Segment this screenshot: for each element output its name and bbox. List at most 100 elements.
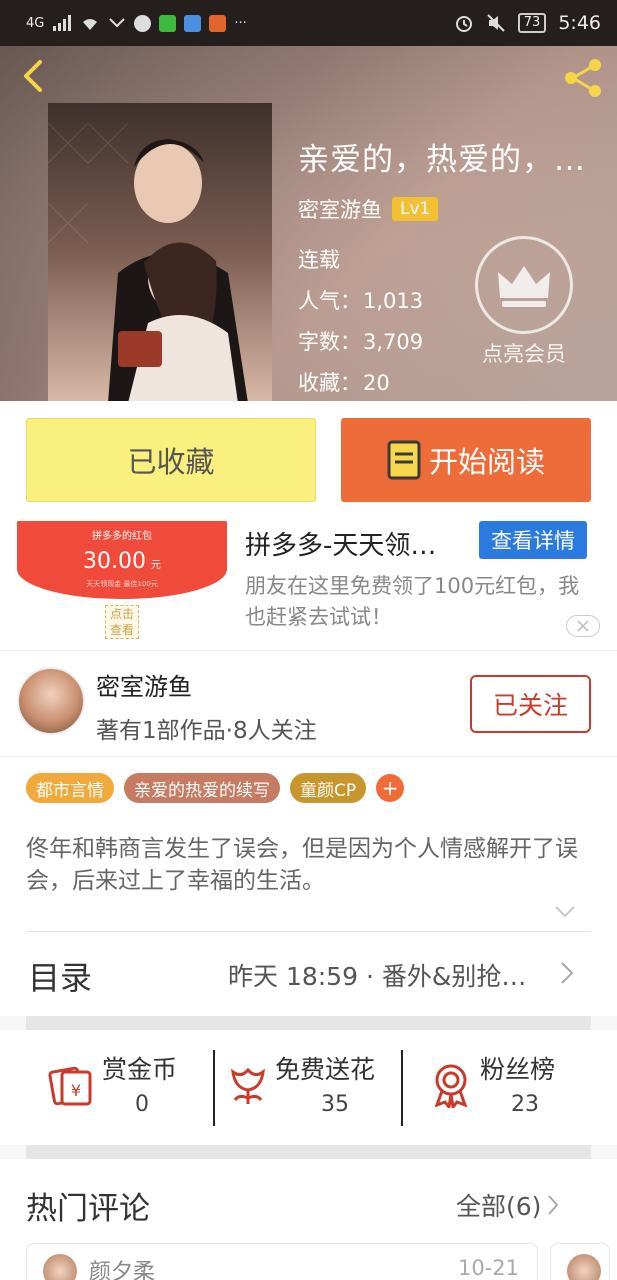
alarm-icon (455, 16, 472, 32)
author-card: 密室游鱼 著有1部作品·8人关注 已关注 (0, 650, 617, 756)
medal-icon (434, 1064, 468, 1108)
divider (26, 931, 591, 932)
book-author-line: 密室游鱼 Lv1 (298, 194, 439, 224)
fan-ranking-stat[interactable]: 粉丝榜 23 (428, 1048, 578, 1128)
support-stats: ¥ 赏金币 0 免费送花 35 粉丝榜 23 (0, 1030, 617, 1145)
svg-text:¥: ¥ (71, 1081, 81, 1100)
close-icon (577, 620, 589, 632)
free-flower-label: 免费送花 (275, 1055, 376, 1084)
all-comments-label: 全部(6) (456, 1192, 542, 1221)
back-arrow-icon[interactable] (14, 56, 54, 96)
fan-ranking-value: 23 (511, 1092, 539, 1117)
book-cover[interactable] (48, 103, 272, 401)
crown-icon (498, 266, 550, 307)
ad-image-amount-line: 30.00 元 (17, 549, 227, 574)
hot-comments-section: 热门评论 全部(6) 颜夕柔 10-21 (0, 1159, 617, 1280)
divider (213, 1050, 215, 1126)
table-of-contents-row[interactable]: 目录 昨天 18:59 · 番外&别抢走我的男人 (0, 931, 617, 1016)
author-level-badge: Lv1 (392, 197, 439, 221)
author-avatar[interactable] (17, 667, 85, 735)
comment-card[interactable] (550, 1243, 610, 1280)
toc-title: 目录 (28, 959, 93, 997)
message-icon (134, 14, 152, 32)
battery-indicator: 73 (517, 13, 547, 33)
ad-details-button[interactable]: 查看详情 (479, 521, 587, 559)
word-count-label: 字数： (298, 330, 361, 354)
more-notifications-icon: ··· (234, 15, 247, 31)
following-button[interactable]: 已关注 (470, 675, 591, 733)
hot-comments-title: 热门评论 (26, 1191, 150, 1227)
start-reading-label: 开始阅读 (428, 445, 545, 479)
comment-date: 10-21 (457, 1256, 519, 1280)
reward-coin-value: 0 (135, 1092, 149, 1117)
book-favorites: 收藏：20 (298, 367, 390, 397)
section-divider (26, 1016, 591, 1030)
reward-coin-stat[interactable]: ¥ 赏金币 0 (48, 1048, 198, 1128)
free-flower-value: 35 (321, 1092, 349, 1117)
ad-image-amount: 30.00 (82, 549, 146, 574)
book-icon (387, 440, 421, 480)
add-tag-button[interactable]: + (376, 774, 405, 802)
ad-image-title: 拼多多的红包 (92, 531, 152, 542)
favorites-label: 收藏： (298, 371, 361, 395)
section-divider (26, 1145, 591, 1159)
ad-image-cta[interactable]: 点击查看 (105, 605, 139, 639)
tags-and-synopsis: 都市言情 亲爱的热爱的续写 童颜CP + 佟年和韩商言发生了误会，但是因为个人情… (0, 756, 617, 931)
popularity-label: 人气： (298, 289, 361, 313)
tag-item[interactable]: 亲爱的热爱的续写 (124, 773, 280, 803)
ad-close-button[interactable] (566, 615, 600, 637)
chevron-down-icon[interactable] (554, 905, 576, 919)
flower-icon (231, 1067, 265, 1104)
reward-coin-label: 赏金币 (102, 1055, 178, 1084)
all-comments-link[interactable]: 全部(6) (456, 1187, 559, 1223)
tag-item[interactable]: 都市言情 (26, 773, 114, 803)
network-type: 4G (26, 15, 45, 31)
comment-card[interactable]: 颜夕柔 10-21 (26, 1243, 538, 1280)
tag-list: 都市言情 亲爱的热爱的续写 童颜CP + (26, 773, 405, 803)
ad-image-unit: 元 (151, 560, 162, 571)
book-synopsis: 佟年和韩商言发生了误会，但是因为个人情感解开了误会，后来过上了幸福的生活。 (26, 836, 578, 894)
clock: 5:46 (558, 12, 601, 34)
favorited-button[interactable]: 已收藏 (26, 418, 316, 502)
commenter-avatar[interactable] (567, 1254, 601, 1280)
commenter-name: 颜夕柔 (89, 1260, 156, 1280)
word-count-value: 3,709 (363, 330, 424, 354)
tag-item[interactable]: 童颜CP (290, 773, 367, 803)
vip-crown-circle (475, 236, 573, 334)
book-header: 亲爱的，热爱的，续写 密室游鱼 Lv1 连载 人气：1,013 字数：3,709… (0, 46, 617, 401)
status-icons-left: 4G ··· (26, 14, 454, 32)
news-app-icon (209, 14, 227, 32)
app-notification-icon (184, 14, 202, 32)
free-flower-stat[interactable]: 免费送花 35 (225, 1048, 400, 1128)
ad-image[interactable]: 拼多多的红包 30.00 元 天天领现金 最佳100元 点击查看 (17, 521, 227, 641)
iqiyi-app-icon (159, 14, 177, 32)
ad-image-note: 天天领现金 最佳100元 (86, 580, 158, 588)
chevron-right-icon (548, 1195, 559, 1215)
status-icons-right: 73 5:46 (454, 12, 601, 34)
share-icon[interactable] (559, 54, 607, 102)
book-status: 连载 (298, 248, 340, 272)
mute-icon (487, 14, 505, 32)
status-bar: 4G ··· 73 5:46 (0, 0, 617, 46)
fan-ranking-label: 粉丝榜 (480, 1055, 556, 1084)
start-reading-button[interactable]: 开始阅读 (341, 418, 591, 502)
author-name[interactable]: 密室游鱼 (96, 667, 192, 702)
book-title: 亲爱的，热爱的，续写 (298, 142, 610, 178)
latest-chapter[interactable]: 昨天 18:59 · 番外&别抢走我的男人 (228, 957, 550, 993)
book-author-name[interactable]: 密室游鱼 (298, 194, 382, 224)
book-word-count: 字数：3,709 (298, 326, 423, 356)
vip-badge[interactable]: 点亮会员 (474, 236, 574, 368)
divider (401, 1050, 403, 1126)
vip-label: 点亮会员 (482, 342, 566, 366)
ad-banner[interactable]: 拼多多的红包 30.00 元 天天领现金 最佳100元 点击查看 拼多多-天天领… (0, 519, 617, 650)
book-popularity: 人气：1,013 (298, 285, 423, 315)
cover-illustration (48, 103, 272, 401)
action-bar: 已收藏 开始阅读 (0, 401, 617, 519)
commenter-avatar[interactable] (43, 1254, 77, 1280)
popularity-value: 1,013 (363, 289, 424, 313)
ad-title[interactable]: 拼多多-天天领现金 (245, 525, 460, 562)
author-info: 著有1部作品·8人关注 (96, 718, 317, 744)
ad-description: 朋友在这里免费领了100元红包，我也赶紧去试试！ (245, 574, 580, 629)
app-screen: 4G ··· 73 5:46 亲爱的，热爱的，续写 密室游鱼 Lv1 连载 人气… (0, 0, 617, 1280)
reward-coin-icon: ¥ (48, 1066, 92, 1106)
